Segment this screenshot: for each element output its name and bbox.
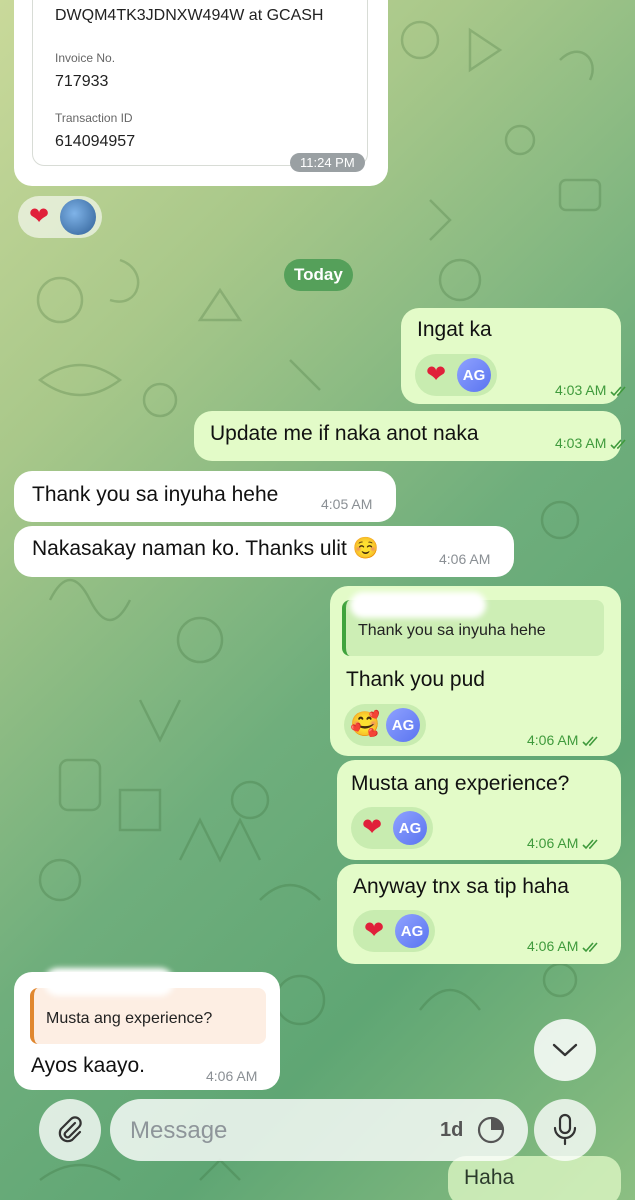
microphone-icon <box>553 1113 577 1146</box>
redacted-name <box>350 592 486 618</box>
reply-preview[interactable]: Musta ang experience? <box>30 988 266 1044</box>
message-time: 11:24 PM <box>290 153 365 172</box>
message-time: 4:03 AM <box>555 435 628 451</box>
reaction-bar[interactable]: ❤ AG <box>351 807 433 849</box>
transaction-value: 614094957 <box>55 133 136 150</box>
message-text: Thank you sa inyuha hehe <box>32 483 279 506</box>
paperclip-icon <box>58 1116 82 1143</box>
message-text: Thank you pud <box>346 668 485 691</box>
double-check-icon <box>582 942 598 953</box>
outgoing-message[interactable]: Anyway tnx sa tip haha ❤ AG 4:06 AM <box>337 864 621 964</box>
message-time: 4:06 AM <box>439 551 491 567</box>
reaction-avatar: AG <box>457 358 491 392</box>
message-text: Nakasakay naman ko. Thanks ulit ☺️ <box>32 537 379 560</box>
invoice-label: Invoice No. <box>55 51 116 65</box>
clock-icon[interactable] <box>476 1115 506 1145</box>
message-text: Update me if naka anot naka <box>210 422 479 445</box>
incoming-message[interactable]: Nakasakay naman ko. Thanks ulit ☺️ 4:06 … <box>14 526 514 577</box>
heart-icon[interactable]: ❤ <box>421 363 451 387</box>
transaction-label: Transaction ID <box>55 111 133 125</box>
double-check-icon <box>582 736 598 747</box>
date-separator: Today <box>284 259 353 291</box>
voice-button[interactable] <box>534 1099 596 1161</box>
reaction-bar[interactable]: 🥰 AG <box>344 704 426 746</box>
heart-icon[interactable]: ❤ <box>357 816 387 840</box>
redacted-name <box>44 968 174 996</box>
message-text: Musta ang experience? <box>351 772 570 795</box>
reaction-avatar: AG <box>386 708 420 742</box>
message-time: 4:06 AM <box>206 1068 258 1084</box>
smiling-hearts-icon[interactable]: 🥰 <box>350 713 380 737</box>
heart-icon[interactable]: ❤ <box>24 205 54 229</box>
invoice-value: 717933 <box>55 73 109 90</box>
reaction-avatar: AG <box>395 914 429 948</box>
reaction-bar[interactable]: ❤ <box>18 196 102 238</box>
attach-button[interactable] <box>39 1099 101 1161</box>
message-time: 4:06 AM <box>527 835 600 851</box>
receipt-card: DWQM4TK3JDNXW494W at GCASH Invoice No. 7… <box>32 0 368 166</box>
message-text: Ingat ka <box>417 318 492 341</box>
timer-label[interactable]: 1d <box>440 1119 463 1142</box>
message-input[interactable]: Message <box>130 1117 227 1145</box>
outgoing-message[interactable]: Ingat ka ❤ AG 4:03 AM <box>401 308 626 404</box>
reply-text: Thank you sa inyuha hehe <box>358 622 546 639</box>
chat-area[interactable]: DWQM4TK3JDNXW494W at GCASH Invoice No. 7… <box>0 0 635 1200</box>
double-check-icon <box>582 839 598 850</box>
reaction-bar[interactable]: ❤ AG <box>353 910 435 952</box>
message-time: 4:03 AM <box>555 382 628 398</box>
reference-text: DWQM4TK3JDNXW494W at GCASH <box>55 7 324 24</box>
message-time: 4:05 AM <box>321 496 373 512</box>
message-text: Ayos kaayo. <box>31 1054 146 1077</box>
outgoing-message[interactable]: Musta ang experience? ❤ AG 4:06 AM <box>337 760 621 860</box>
message-input-bar: Message 1d <box>0 1092 635 1168</box>
transaction-message[interactable]: DWQM4TK3JDNXW494W at GCASH Invoice No. 7… <box>14 0 388 186</box>
message-time: 4:06 AM <box>527 938 600 954</box>
avatar <box>60 199 96 235</box>
chevron-down-icon <box>552 1043 578 1057</box>
outgoing-message[interactable]: Update me if naka anot naka 4:03 AM <box>194 411 626 461</box>
message-text: Haha <box>464 1166 515 1189</box>
reply-sender <box>46 994 254 1010</box>
outgoing-message[interactable]: Thank you sa inyuha hehe Thank you pud 🥰… <box>330 586 621 756</box>
incoming-message[interactable]: Thank you sa inyuha hehe 4:05 AM <box>14 471 396 522</box>
reaction-avatar: AG <box>393 811 427 845</box>
reaction-bar[interactable]: ❤ AG <box>415 354 497 396</box>
double-check-icon <box>610 386 626 397</box>
double-check-icon <box>610 439 626 450</box>
message-text: Anyway tnx sa tip haha <box>353 875 569 898</box>
reply-text: Musta ang experience? <box>46 1010 213 1027</box>
heart-icon[interactable]: ❤ <box>359 919 389 943</box>
scroll-down-button[interactable] <box>534 1019 596 1081</box>
message-time: 4:06 AM <box>527 732 600 748</box>
message-field[interactable]: Message 1d <box>110 1099 528 1161</box>
incoming-message[interactable]: Musta ang experience? Ayos kaayo. 4:06 A… <box>14 968 280 1090</box>
